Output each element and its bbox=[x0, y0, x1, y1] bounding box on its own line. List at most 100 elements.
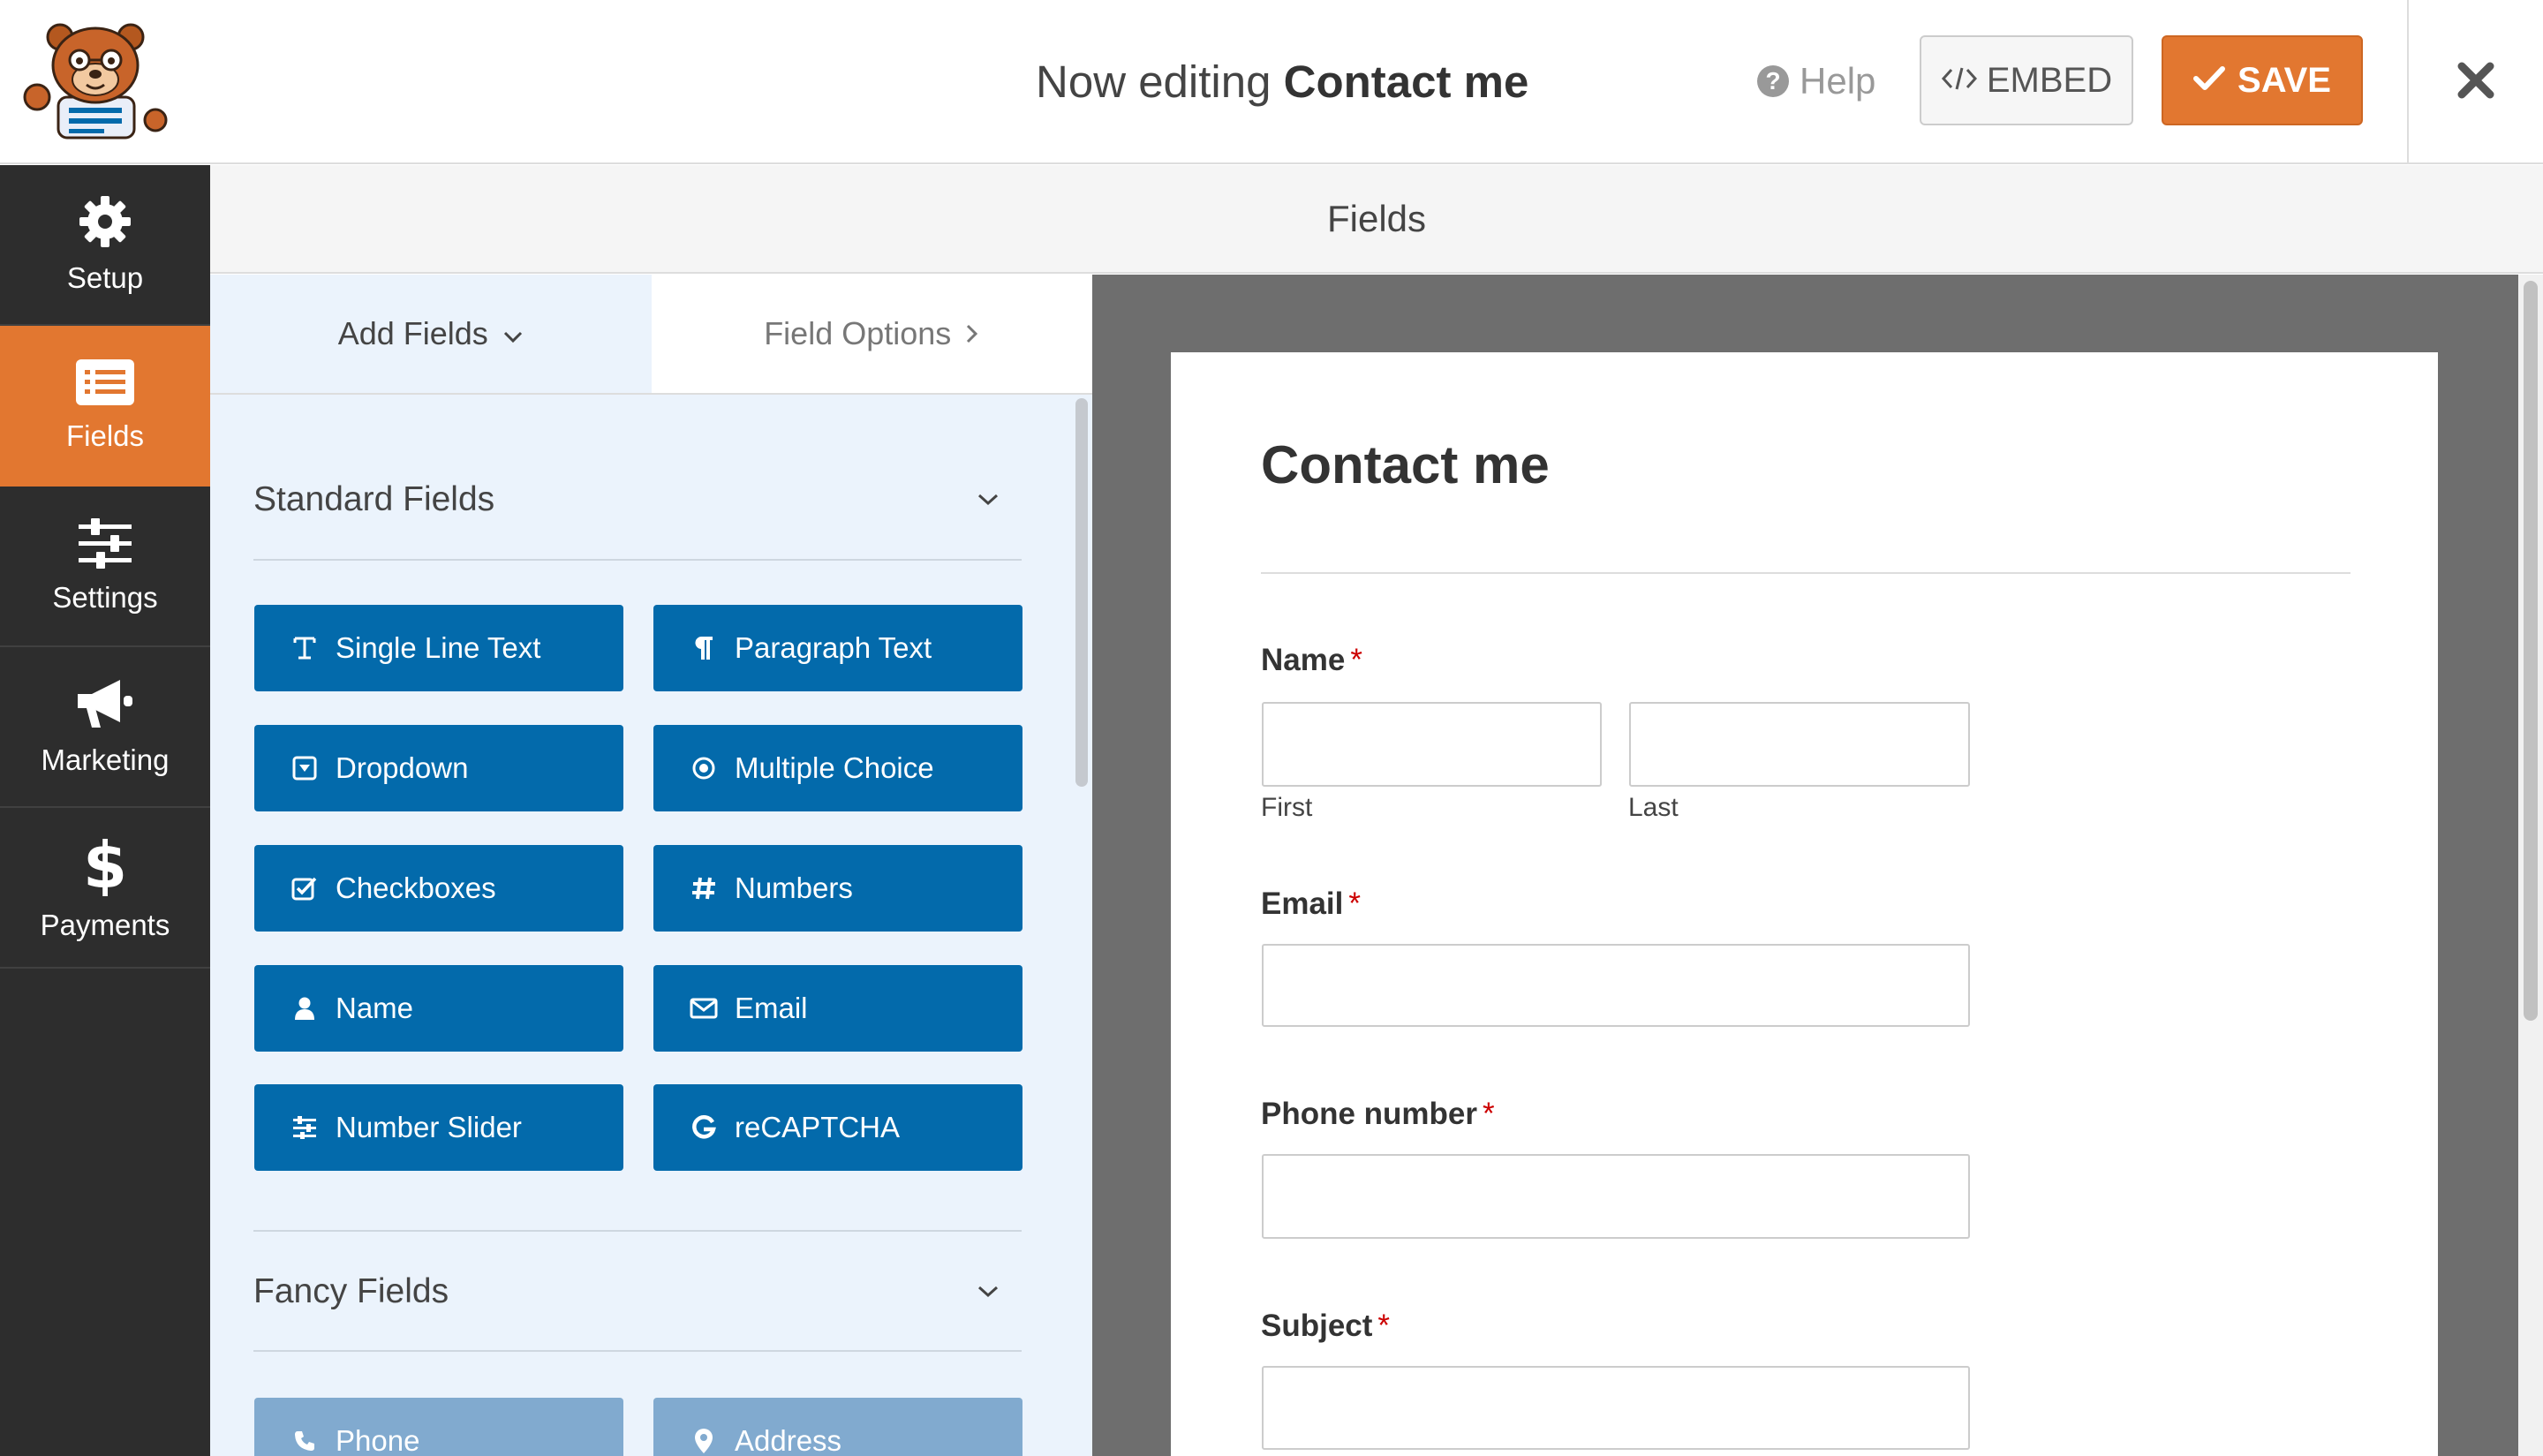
field-button-address[interactable]: Address bbox=[653, 1398, 1022, 1456]
wpforms-bear-logo bbox=[23, 21, 170, 140]
svg-text:$: $ bbox=[86, 833, 125, 896]
sidebar-item-label: Fields bbox=[65, 419, 145, 452]
radio-icon bbox=[689, 756, 719, 781]
sidebar-item-marketing[interactable]: Marketing bbox=[0, 647, 210, 808]
panel-tabs: Add Fields Field Options bbox=[210, 275, 1092, 395]
field-button-recaptcha[interactable]: reCAPTCHA bbox=[653, 1084, 1022, 1171]
chevron-right-icon bbox=[965, 315, 979, 352]
text-cursor-icon bbox=[290, 635, 320, 661]
hash-icon bbox=[689, 875, 719, 902]
phone-input[interactable] bbox=[1262, 1154, 1970, 1239]
name-last-sublabel: Last bbox=[1628, 793, 1679, 822]
chevron-down-icon[interactable] bbox=[977, 1285, 1000, 1303]
title-prefix: Now editing bbox=[1036, 57, 1272, 107]
field-label-email[interactable]: Email * bbox=[1261, 886, 1361, 927]
label-text: Email bbox=[1261, 886, 1344, 921]
required-asterisk: * bbox=[1483, 1097, 1495, 1131]
add-fields-panel: Add Fields Field Options Standard Fields… bbox=[210, 275, 1092, 1456]
code-icon bbox=[1941, 61, 1978, 101]
field-label-subject[interactable]: Subject * bbox=[1261, 1309, 1390, 1349]
sidebar-item-label: Setup bbox=[66, 261, 144, 294]
group-divider bbox=[253, 1230, 1022, 1232]
paragraph-icon bbox=[689, 635, 719, 661]
close-button[interactable] bbox=[2409, 0, 2543, 164]
envelope-icon bbox=[689, 998, 719, 1019]
field-button-label: Name bbox=[336, 992, 414, 1024]
save-label: SAVE bbox=[2237, 60, 2331, 100]
label-text: Name bbox=[1261, 643, 1346, 677]
group-divider bbox=[253, 559, 1022, 561]
tab-field-options[interactable]: Field Options bbox=[651, 275, 1092, 393]
field-button-label: Email bbox=[735, 992, 808, 1024]
map-pin-icon bbox=[689, 1428, 719, 1454]
field-button-label: Number Slider bbox=[336, 1111, 522, 1143]
field-button-label: Dropdown bbox=[336, 751, 469, 784]
fields-list-icon bbox=[74, 358, 136, 407]
field-button-email[interactable]: Email bbox=[653, 965, 1022, 1052]
form-preview-card bbox=[1171, 352, 2438, 1456]
sliders-icon bbox=[77, 517, 133, 569]
question-circle-icon: ? bbox=[1757, 65, 1789, 97]
name-last-input[interactable] bbox=[1629, 702, 1970, 787]
sidebar-item-settings[interactable]: Settings bbox=[0, 487, 210, 647]
field-button-name[interactable]: Name bbox=[254, 965, 623, 1052]
required-asterisk: * bbox=[1348, 886, 1362, 921]
form-title-divider bbox=[1261, 572, 2351, 574]
dropdown-icon bbox=[290, 756, 320, 781]
close-icon bbox=[2456, 61, 2495, 104]
field-button-label: Multiple Choice bbox=[735, 751, 934, 784]
field-label-phone[interactable]: Phone number * bbox=[1261, 1097, 1495, 1137]
tab-label: Add Fields bbox=[337, 315, 488, 351]
embed-label: EMBED bbox=[1986, 60, 2113, 100]
required-asterisk: * bbox=[1377, 1309, 1391, 1343]
fancy-fields-heading[interactable]: Fancy Fields bbox=[253, 1265, 449, 1318]
form-title[interactable]: Contact me bbox=[1261, 434, 1550, 505]
checkbox-icon bbox=[290, 876, 320, 901]
checkmark-icon bbox=[2193, 61, 2226, 101]
group-divider bbox=[253, 1350, 1022, 1352]
page-title: Now editing Contact me bbox=[1036, 51, 1528, 113]
field-button-label: reCAPTCHA bbox=[735, 1111, 901, 1143]
sidebar-item-label: Marketing bbox=[41, 743, 170, 776]
preview-scrollbar[interactable] bbox=[2524, 281, 2538, 1021]
dollar-icon: $ bbox=[86, 833, 125, 896]
field-button-label: Paragraph Text bbox=[735, 631, 932, 664]
field-button-label: Numbers bbox=[735, 871, 853, 904]
sidebar-item-label: Payments bbox=[40, 909, 170, 941]
megaphone-icon bbox=[74, 676, 136, 731]
field-button-numbers[interactable]: Numbers bbox=[653, 845, 1022, 932]
sidebar-item-label: Settings bbox=[52, 581, 158, 614]
help-link[interactable]: ? Help bbox=[1757, 55, 1875, 108]
help-label: Help bbox=[1800, 60, 1876, 102]
field-button-single-line-text[interactable]: Single Line Text bbox=[254, 605, 623, 691]
field-button-label: Single Line Text bbox=[336, 631, 541, 664]
field-button-checkboxes[interactable]: Checkboxes bbox=[254, 845, 623, 932]
google-g-icon bbox=[689, 1115, 719, 1140]
top-bar: Now editing Contact me ? Help EMBED SAVE bbox=[0, 0, 2543, 164]
subject-input[interactable] bbox=[1262, 1366, 1970, 1450]
field-button-multiple-choice[interactable]: Multiple Choice bbox=[653, 725, 1022, 811]
field-button-number-slider[interactable]: Number Slider bbox=[254, 1084, 623, 1171]
sidebar-item-setup[interactable]: Setup bbox=[0, 165, 210, 326]
field-button-label: Checkboxes bbox=[336, 871, 496, 904]
sidebar-item-fields[interactable]: Fields bbox=[0, 326, 210, 487]
form-name: Contact me bbox=[1283, 57, 1529, 107]
panel-scrollbar[interactable] bbox=[1075, 398, 1088, 787]
required-asterisk: * bbox=[1350, 643, 1362, 677]
save-button[interactable]: SAVE bbox=[2162, 35, 2363, 125]
tab-label: Field Options bbox=[764, 315, 952, 351]
field-button-paragraph-text[interactable]: Paragraph Text bbox=[653, 605, 1022, 691]
standard-fields-heading[interactable]: Standard Fields bbox=[253, 473, 494, 526]
field-button-phone[interactable]: Phone bbox=[254, 1398, 623, 1456]
email-input[interactable] bbox=[1262, 944, 1970, 1027]
sidebar-item-payments[interactable]: $ Payments bbox=[0, 808, 210, 969]
embed-button[interactable]: EMBED bbox=[1920, 35, 2133, 125]
chevron-down-icon[interactable] bbox=[977, 493, 1000, 511]
tab-add-fields[interactable]: Add Fields bbox=[210, 275, 652, 393]
label-text: Phone number bbox=[1261, 1097, 1478, 1131]
chevron-down-icon bbox=[502, 315, 524, 352]
field-button-dropdown[interactable]: Dropdown bbox=[254, 725, 623, 811]
field-label-name[interactable]: Name * bbox=[1261, 643, 1362, 683]
label-text: Subject bbox=[1261, 1309, 1373, 1343]
name-first-input[interactable] bbox=[1262, 702, 1602, 787]
